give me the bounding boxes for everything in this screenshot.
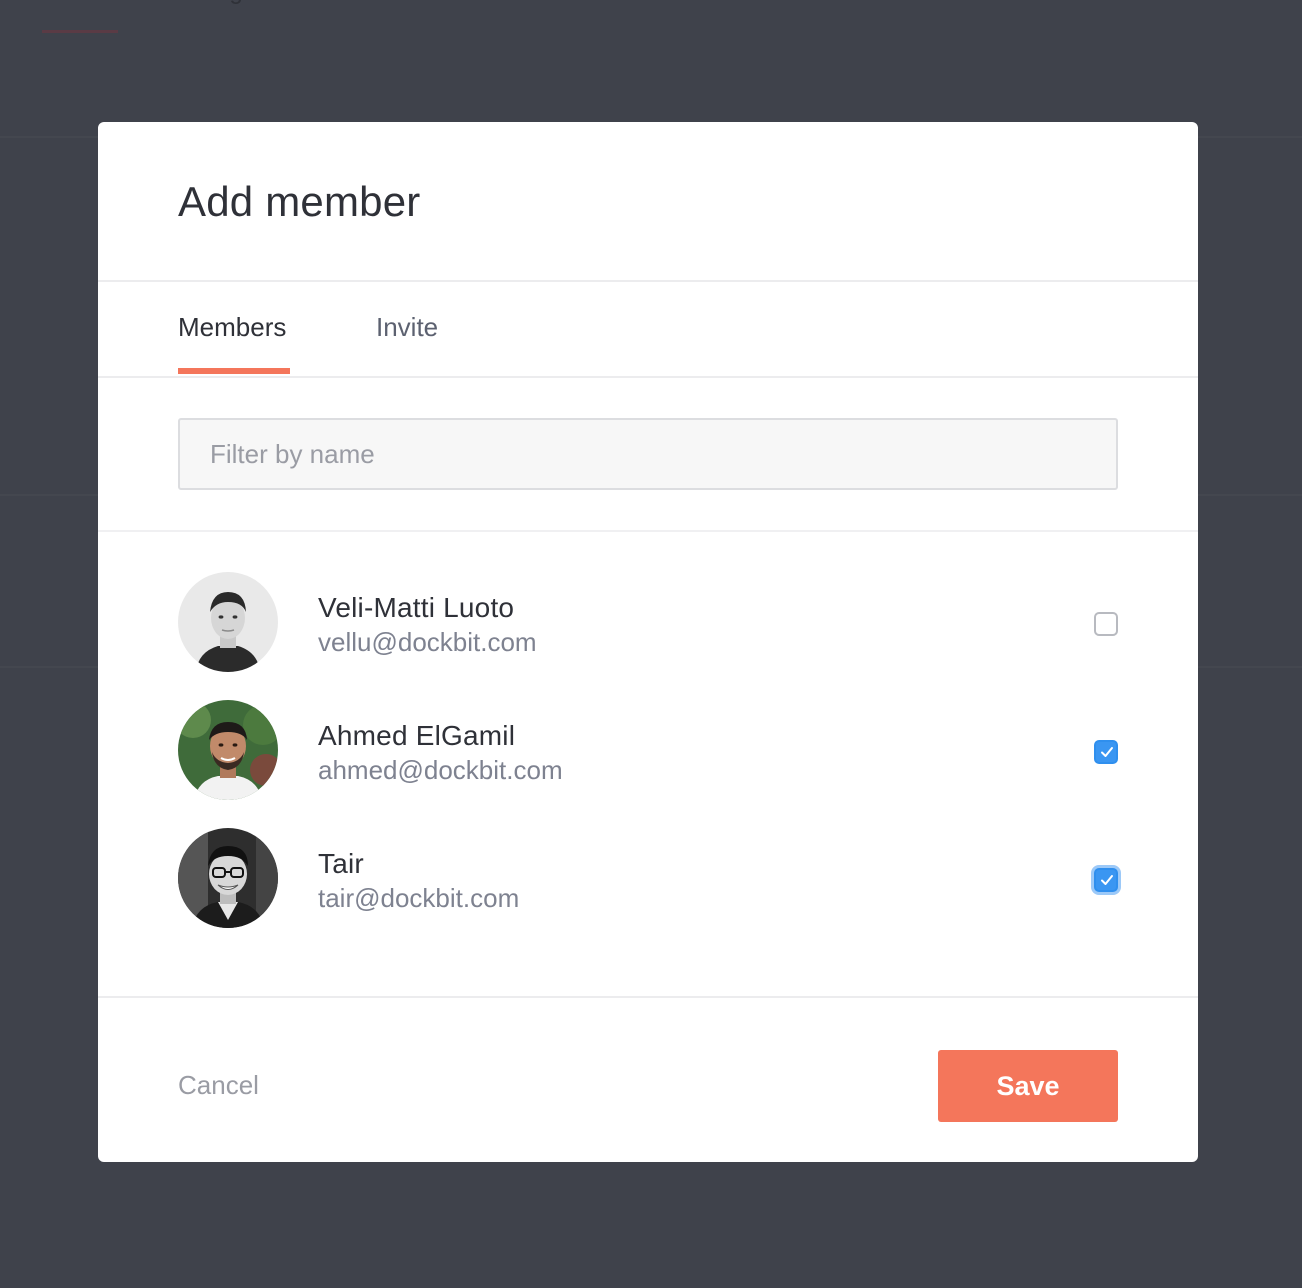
member-email: ahmed@dockbit.com [318,755,563,785]
member-email: tair@dockbit.com [318,883,520,913]
member-email: vellu@dockbit.com [318,627,537,657]
member-list: Veli-Matti Luoto vellu@dockbit.com Ahmed… [98,532,1198,998]
member-name: Tair [318,848,364,879]
avatar [178,572,278,672]
member-select-checkbox[interactable] [1094,868,1118,892]
member-row: Ahmed ElGamil ahmed@dockbit.com [98,700,1198,800]
background-tab-indicator [42,30,118,33]
background-tab-slack: Slack [309,0,368,18]
filter-by-name-input[interactable] [178,418,1118,490]
tab-invite[interactable]: Invite [376,312,438,343]
active-tab-indicator [178,368,290,374]
check-icon [1101,875,1113,885]
member-select-checkbox[interactable] [1094,740,1118,764]
member-name: Veli-Matti Luoto [318,592,515,623]
background-tabs: Teams Billing Slack [42,0,367,18]
add-member-dialog: Add member Members Invite Filter by name… [98,122,1198,1162]
member-row: Veli-Matti Luoto vellu@dockbit.com [98,572,1198,672]
tab-members[interactable]: Members [178,312,286,343]
dialog-title: Add member [178,178,421,225]
member-select-checkbox[interactable] [1094,612,1118,636]
check-icon [1101,747,1113,757]
filter-section [98,378,1198,532]
background-tab-billing: Billing [179,0,243,18]
avatar [178,700,278,800]
background-tab-teams: Teams [42,0,113,18]
avatar [178,828,278,928]
dialog-tabs: Members Invite [98,282,1198,378]
dialog-footer: Cancel Save [98,998,1198,1162]
member-name: Ahmed ElGamil [318,720,516,751]
save-button[interactable]: Save [938,1050,1118,1122]
member-row: Tair tair@dockbit.com [98,828,1198,928]
dialog-header: Add member [98,122,1198,282]
cancel-button[interactable]: Cancel [178,1070,259,1101]
